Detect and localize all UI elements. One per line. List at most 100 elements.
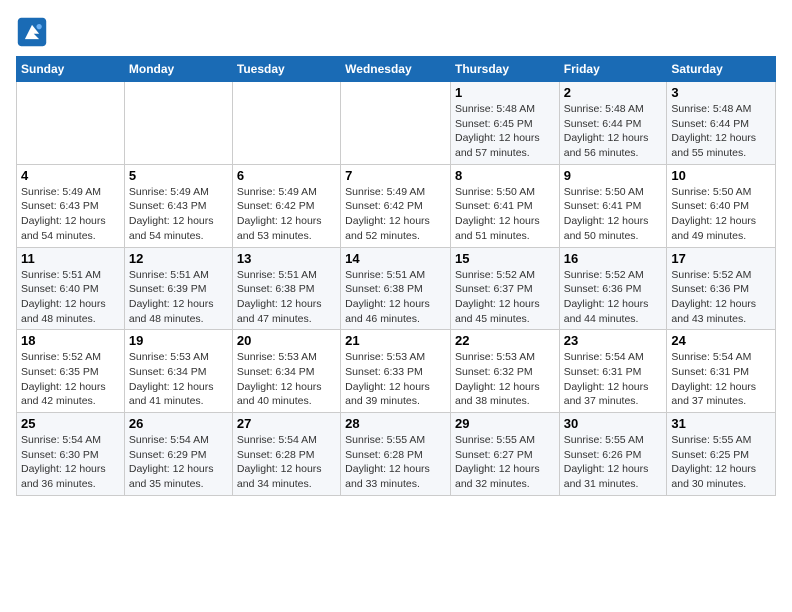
calendar-cell: 5 Sunrise: 5:49 AM Sunset: 6:43 PM Daylig… bbox=[124, 164, 232, 247]
day-header-sunday: Sunday bbox=[17, 57, 125, 82]
calendar-cell: 26 Sunrise: 5:54 AM Sunset: 6:29 PM Dayli… bbox=[124, 413, 232, 496]
calendar-cell: 18 Sunrise: 5:52 AM Sunset: 6:35 PM Dayli… bbox=[17, 330, 125, 413]
calendar-cell: 20Sunrise: 5:53 AM Sunset: 6:34 PM Dayli… bbox=[232, 330, 340, 413]
day-number: 19 bbox=[129, 333, 228, 348]
day-number: 10 bbox=[671, 168, 771, 183]
day-detail: Sunrise: 5:50 AM Sunset: 6:41 PM Dayligh… bbox=[564, 185, 663, 244]
day-detail: Sunrise: 5:49 AM Sunset: 6:43 PM Dayligh… bbox=[129, 185, 228, 244]
day-number: 21 bbox=[345, 333, 446, 348]
day-detail: Sunrise: 5:51 AM Sunset: 6:39 PM Dayligh… bbox=[129, 268, 228, 327]
day-detail: Sunrise: 5:54 AM Sunset: 6:30 PM Dayligh… bbox=[21, 433, 120, 492]
calendar-week-5: 25 Sunrise: 5:54 AM Sunset: 6:30 PM Dayli… bbox=[17, 413, 776, 496]
day-detail: Sunrise: 5:54 AM Sunset: 6:28 PM Dayligh… bbox=[237, 433, 336, 492]
day-number: 24 bbox=[671, 333, 771, 348]
day-detail: Sunrise: 5:53 AM Sunset: 6:34 PM Dayligh… bbox=[129, 350, 228, 409]
day-number: 5 bbox=[129, 168, 228, 183]
calendar-cell: 2 Sunrise: 5:48 AM Sunset: 6:44 PM Daylig… bbox=[559, 82, 667, 165]
calendar-cell: 25 Sunrise: 5:54 AM Sunset: 6:30 PM Dayli… bbox=[17, 413, 125, 496]
day-detail: Sunrise: 5:54 AM Sunset: 6:31 PM Dayligh… bbox=[564, 350, 663, 409]
day-number: 11 bbox=[21, 251, 120, 266]
calendar-cell: 30 Sunrise: 5:55 AM Sunset: 6:26 PM Dayli… bbox=[559, 413, 667, 496]
day-number: 18 bbox=[21, 333, 120, 348]
calendar-cell: 23 Sunrise: 5:54 AM Sunset: 6:31 PM Dayli… bbox=[559, 330, 667, 413]
day-number: 8 bbox=[455, 168, 555, 183]
day-detail: Sunrise: 5:50 AM Sunset: 6:41 PM Dayligh… bbox=[455, 185, 555, 244]
day-detail: Sunrise: 5:49 AM Sunset: 6:43 PM Dayligh… bbox=[21, 185, 120, 244]
calendar-cell: 15Sunrise: 5:52 AM Sunset: 6:37 PM Dayli… bbox=[450, 247, 559, 330]
day-detail: Sunrise: 5:52 AM Sunset: 6:37 PM Dayligh… bbox=[455, 268, 555, 327]
calendar-cell bbox=[17, 82, 125, 165]
day-detail: Sunrise: 5:55 AM Sunset: 6:26 PM Dayligh… bbox=[564, 433, 663, 492]
day-detail: Sunrise: 5:52 AM Sunset: 6:36 PM Dayligh… bbox=[671, 268, 771, 327]
calendar-cell bbox=[341, 82, 451, 165]
day-number: 28 bbox=[345, 416, 446, 431]
calendar-cell: 10 Sunrise: 5:50 AM Sunset: 6:40 PM Dayli… bbox=[667, 164, 776, 247]
calendar-cell: 13Sunrise: 5:51 AM Sunset: 6:38 PM Dayli… bbox=[232, 247, 340, 330]
calendar-week-1: 1 Sunrise: 5:48 AM Sunset: 6:45 PM Daylig… bbox=[17, 82, 776, 165]
logo-icon bbox=[16, 16, 48, 48]
day-detail: Sunrise: 5:50 AM Sunset: 6:40 PM Dayligh… bbox=[671, 185, 771, 244]
day-number: 26 bbox=[129, 416, 228, 431]
day-number: 2 bbox=[564, 85, 663, 100]
day-number: 6 bbox=[237, 168, 336, 183]
day-number: 23 bbox=[564, 333, 663, 348]
day-detail: Sunrise: 5:49 AM Sunset: 6:42 PM Dayligh… bbox=[345, 185, 446, 244]
day-header-wednesday: Wednesday bbox=[341, 57, 451, 82]
calendar-table: SundayMondayTuesdayWednesdayThursdayFrid… bbox=[16, 56, 776, 496]
calendar-cell: 11 Sunrise: 5:51 AM Sunset: 6:40 PM Dayli… bbox=[17, 247, 125, 330]
calendar-cell bbox=[232, 82, 340, 165]
calendar-cell: 14 Sunrise: 5:51 AM Sunset: 6:38 PM Dayli… bbox=[341, 247, 451, 330]
day-header-tuesday: Tuesday bbox=[232, 57, 340, 82]
day-detail: Sunrise: 5:48 AM Sunset: 6:44 PM Dayligh… bbox=[564, 102, 663, 161]
day-number: 1 bbox=[455, 85, 555, 100]
day-number: 16 bbox=[564, 251, 663, 266]
logo bbox=[16, 16, 54, 48]
day-number: 22 bbox=[455, 333, 555, 348]
day-number: 14 bbox=[345, 251, 446, 266]
day-number: 25 bbox=[21, 416, 120, 431]
calendar-cell: 17 Sunrise: 5:52 AM Sunset: 6:36 PM Dayli… bbox=[667, 247, 776, 330]
calendar-cell: 24 Sunrise: 5:54 AM Sunset: 6:31 PM Dayli… bbox=[667, 330, 776, 413]
calendar-cell: 3 Sunrise: 5:48 AM Sunset: 6:44 PM Daylig… bbox=[667, 82, 776, 165]
day-number: 17 bbox=[671, 251, 771, 266]
day-number: 12 bbox=[129, 251, 228, 266]
page-header bbox=[16, 16, 776, 48]
day-number: 3 bbox=[671, 85, 771, 100]
day-detail: Sunrise: 5:52 AM Sunset: 6:36 PM Dayligh… bbox=[564, 268, 663, 327]
calendar-cell: 21 Sunrise: 5:53 AM Sunset: 6:33 PM Dayli… bbox=[341, 330, 451, 413]
day-number: 20 bbox=[237, 333, 336, 348]
calendar-cell: 28 Sunrise: 5:55 AM Sunset: 6:28 PM Dayli… bbox=[341, 413, 451, 496]
day-number: 30 bbox=[564, 416, 663, 431]
day-header-saturday: Saturday bbox=[667, 57, 776, 82]
calendar-cell: 22Sunrise: 5:53 AM Sunset: 6:32 PM Dayli… bbox=[450, 330, 559, 413]
day-detail: Sunrise: 5:51 AM Sunset: 6:38 PM Dayligh… bbox=[345, 268, 446, 327]
day-number: 27 bbox=[237, 416, 336, 431]
calendar-cell: 7Sunrise: 5:49 AM Sunset: 6:42 PM Daylig… bbox=[341, 164, 451, 247]
calendar-cell: 29 Sunrise: 5:55 AM Sunset: 6:27 PM Dayli… bbox=[450, 413, 559, 496]
day-number: 29 bbox=[455, 416, 555, 431]
day-detail: Sunrise: 5:53 AM Sunset: 6:33 PM Dayligh… bbox=[345, 350, 446, 409]
calendar-cell: 6Sunrise: 5:49 AM Sunset: 6:42 PM Daylig… bbox=[232, 164, 340, 247]
day-detail: Sunrise: 5:51 AM Sunset: 6:40 PM Dayligh… bbox=[21, 268, 120, 327]
calendar-week-2: 4 Sunrise: 5:49 AM Sunset: 6:43 PM Daylig… bbox=[17, 164, 776, 247]
calendar-week-4: 18 Sunrise: 5:52 AM Sunset: 6:35 PM Dayli… bbox=[17, 330, 776, 413]
day-detail: Sunrise: 5:55 AM Sunset: 6:27 PM Dayligh… bbox=[455, 433, 555, 492]
day-detail: Sunrise: 5:54 AM Sunset: 6:31 PM Dayligh… bbox=[671, 350, 771, 409]
calendar-cell: 12 Sunrise: 5:51 AM Sunset: 6:39 PM Dayli… bbox=[124, 247, 232, 330]
calendar-cell: 9 Sunrise: 5:50 AM Sunset: 6:41 PM Daylig… bbox=[559, 164, 667, 247]
calendar-cell: 27 Sunrise: 5:54 AM Sunset: 6:28 PM Dayli… bbox=[232, 413, 340, 496]
day-number: 9 bbox=[564, 168, 663, 183]
day-detail: Sunrise: 5:48 AM Sunset: 6:45 PM Dayligh… bbox=[455, 102, 555, 161]
calendar-week-3: 11 Sunrise: 5:51 AM Sunset: 6:40 PM Dayli… bbox=[17, 247, 776, 330]
day-detail: Sunrise: 5:52 AM Sunset: 6:35 PM Dayligh… bbox=[21, 350, 120, 409]
day-number: 31 bbox=[671, 416, 771, 431]
calendar-cell: 16 Sunrise: 5:52 AM Sunset: 6:36 PM Dayli… bbox=[559, 247, 667, 330]
day-detail: Sunrise: 5:48 AM Sunset: 6:44 PM Dayligh… bbox=[671, 102, 771, 161]
day-detail: Sunrise: 5:54 AM Sunset: 6:29 PM Dayligh… bbox=[129, 433, 228, 492]
calendar-cell: 19 Sunrise: 5:53 AM Sunset: 6:34 PM Dayli… bbox=[124, 330, 232, 413]
calendar-cell: 31Sunrise: 5:55 AM Sunset: 6:25 PM Dayli… bbox=[667, 413, 776, 496]
day-header-thursday: Thursday bbox=[450, 57, 559, 82]
day-number: 13 bbox=[237, 251, 336, 266]
day-detail: Sunrise: 5:55 AM Sunset: 6:28 PM Dayligh… bbox=[345, 433, 446, 492]
day-number: 4 bbox=[21, 168, 120, 183]
